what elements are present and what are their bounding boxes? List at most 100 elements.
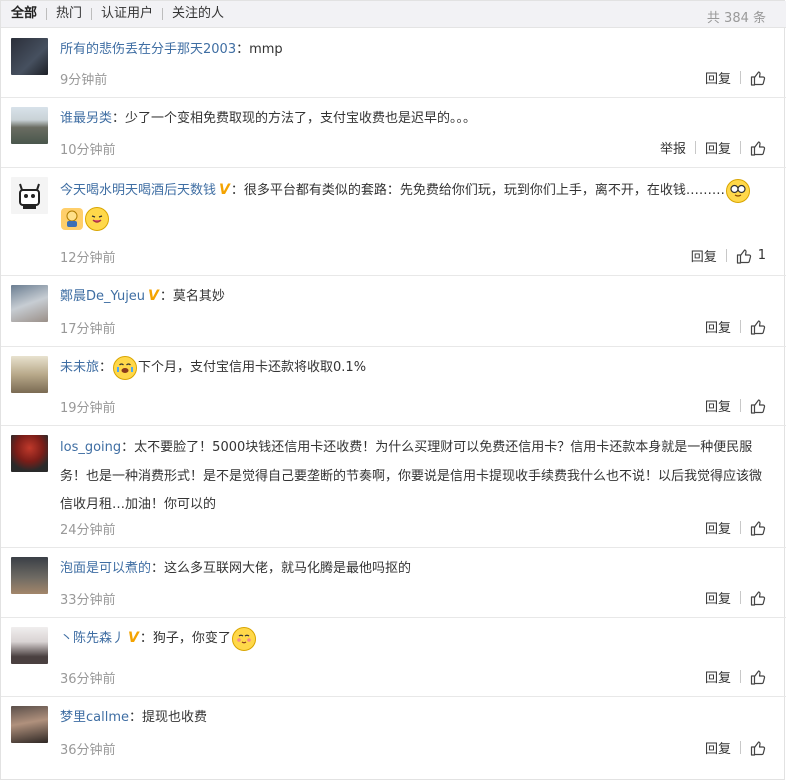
comment-filter-bar: 全部 热门 认证用户 关注的人 共 384 条 [1,1,786,28]
comment-time: 9分钟前 [60,73,108,88]
comment-actions: 回复 [696,738,766,757]
comment-actions: 回复 [696,317,766,336]
reply-button[interactable]: 回复 [696,138,740,157]
reply-button[interactable]: 回复 [696,396,740,415]
like-button[interactable] [741,520,766,536]
comment-text: 下个月，支付宝信用卡还款将收取0.1% [138,360,367,375]
filter-tab-following[interactable]: 关注的人 [163,7,233,21]
reply-button[interactable]: 回复 [696,518,740,537]
like-button[interactable] [741,398,766,414]
reply-button[interactable]: 回复 [696,588,740,607]
comment-content: 鄭晨De_Yujeu V：莫名其妙 [60,284,764,309]
comment-actions: 回复 [696,396,766,415]
comment-actions: 回复 [696,518,766,537]
avatar[interactable] [11,107,48,144]
comment-meta: 9分钟前 回复 [60,61,786,97]
like-button[interactable] [741,669,766,685]
comment-text: 这么多互联网大佬，就马化腾是最他吗抠的 [164,561,412,576]
comment-content: 丶陈先森丿 V：狗子，你变了 [60,626,764,651]
filter-tab-hot[interactable]: 热门 [47,7,91,21]
comment-actions: 回复 1 [682,246,766,265]
username-link[interactable]: 梦里callme [60,710,129,725]
comment-meta: 17分钟前 回复 [60,310,786,346]
avatar[interactable] [11,356,48,393]
username-link[interactable]: 所有的悲伤丢在分手那天2003 [60,42,236,57]
thumbs-up-icon [750,140,766,156]
praying-emoji [61,208,83,230]
like-button[interactable] [741,70,766,86]
avatar[interactable] [11,285,48,322]
username-link[interactable]: 谁最另类 [60,111,112,126]
username-link[interactable]: 未未旅 [60,360,99,375]
thumbs-up-icon [750,319,766,335]
username-link[interactable]: 鄭晨De_Yujeu [60,289,145,304]
comment-actions: 回复 [696,588,766,607]
comment-text: 狗子，你变了 [152,631,231,646]
like-count: 1 [757,248,766,263]
filter-tab-all[interactable]: 全部 [9,7,46,21]
comment-text: 太不要脸了！5000块钱还信用卡还收费！为什么买理财可以免费还信用卡？信用卡还款… [60,440,763,512]
thumbs-up-icon [750,669,766,685]
avatar[interactable] [11,627,48,664]
comment-item: 鄭晨De_Yujeu V：莫名其妙 17分钟前 回复 [1,276,786,347]
comment-item: los_going：太不要脸了！5000块钱还信用卡还收费！为什么买理财可以免费… [1,426,786,548]
comment-meta: 24分钟前 回复 [60,511,786,547]
comment-text: mmp [249,42,283,57]
comment-time: 33分钟前 [60,593,116,608]
thumbs-up-icon [750,70,766,86]
avatar[interactable] [11,435,48,472]
reply-button[interactable]: 回复 [696,738,740,757]
comment-text: 莫名其妙 [172,289,225,304]
thumbs-up-icon [750,590,766,606]
reply-button[interactable]: 回复 [696,317,740,336]
verified-badge-icon: V [219,182,230,198]
comment-item: 泡面是可以煮的：这么多互联网大佬，就马化腾是最他吗抠的 33分钟前 回复 [1,548,786,618]
cartoon-avatar-icon [19,183,40,209]
comment-content: los_going：太不要脸了！5000块钱还信用卡还收费！为什么买理财可以免费… [60,440,763,512]
username-link[interactable]: los_going [60,440,121,455]
crying-face-emoji [113,356,138,380]
like-button[interactable]: 1 [727,248,766,264]
avatar[interactable] [11,557,48,594]
comment-meta: 12分钟前 回复 1 [60,239,786,275]
comment-actions: 举报 回复 [651,138,766,157]
like-button[interactable] [741,319,766,335]
verified-badge-icon: V [128,630,139,646]
thumbs-up-icon [750,740,766,756]
avatar[interactable] [11,177,48,214]
like-button[interactable] [741,140,766,156]
reply-button[interactable]: 回复 [696,68,740,87]
comment-time: 36分钟前 [60,743,116,758]
report-button[interactable]: 举报 [651,138,695,157]
glasses-face-emoji [725,179,750,203]
comment-time: 12分钟前 [60,251,116,266]
thumbs-up-icon [750,398,766,414]
comment-panel: 全部 热门 认证用户 关注的人 共 384 条 所有的悲伤丢在分手那天2003：… [0,0,786,780]
comment-item: 所有的悲伤丢在分手那天2003：mmp 9分钟前 回复 [1,29,786,98]
comment-content: 所有的悲伤丢在分手那天2003：mmp [60,42,283,57]
blushing-face-emoji [231,627,256,651]
tongue-face-emoji [85,207,109,231]
username-link[interactable]: 今天喝水明天喝酒后天数钱 [60,183,216,198]
comment-time: 19分钟前 [60,401,116,416]
like-button[interactable] [741,740,766,756]
username-link[interactable]: 泡面是可以煮的 [60,561,151,576]
thumbs-up-icon [736,248,751,264]
comment-list: 所有的悲伤丢在分手那天2003：mmp 9分钟前 回复 谁最另类：少了一个变相免… [1,29,786,767]
comment-actions: 回复 [696,68,766,87]
comment-meta: 36分钟前 回复 [60,731,786,767]
comment-content: 谁最另类：少了一个变相免费取现的方法了，支付宝收费也是迟早的。。。 [60,111,477,126]
filter-tab-verified-users[interactable]: 认证用户 [92,7,162,21]
avatar[interactable] [11,706,48,743]
comment-text: 少了一个变相免费取现的方法了，支付宝收费也是迟早的。。。 [125,111,477,126]
avatar[interactable] [11,38,48,75]
comment-item: 丶陈先森丿 V：狗子，你变了 36分钟前 回复 [1,618,786,697]
comment-meta: 33分钟前 回复 [60,581,786,617]
reply-button[interactable]: 回复 [696,667,740,686]
username-link[interactable]: 丶陈先森丿 [60,631,125,646]
reply-button[interactable]: 回复 [682,246,726,265]
verified-badge-icon: V [148,288,159,304]
comment-item: 梦里callme：提现也收费 36分钟前 回复 [1,697,786,767]
like-button[interactable] [741,590,766,606]
comment-total-count: 共 384 条 [706,11,766,26]
